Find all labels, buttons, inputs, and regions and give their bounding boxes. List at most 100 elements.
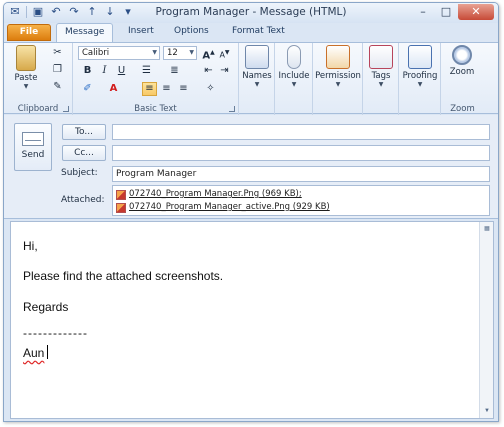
align-center-icon[interactable]: ≡ [159,82,174,96]
ruler-toggle-icon[interactable]: ▦ [480,222,494,236]
tags-dropdown-icon: ▼ [378,81,384,88]
send-envelope-icon [22,132,44,146]
tab-options[interactable]: Options [174,26,209,36]
clipboard-group: Paste ▼ ✂ ❐ ✎ Clipboard [4,43,73,115]
body-closing: Regards [23,300,69,314]
body-greeting: Hi, [23,239,38,253]
attachments-box: 072740_Program Manager.Png (969 KB); 072… [112,185,490,216]
close-icon[interactable]: ✕ [458,4,494,20]
proofing-button[interactable]: Proofing ▼ [400,45,440,88]
outlook-message-window: ✉ ▣ ↶ ↷ ↑ ↓ ▾ Program Manager - Message … [3,2,499,422]
permission-button[interactable]: Permission ▼ [314,45,362,88]
font-name-select[interactable]: Calibri ▼ [78,46,160,60]
window-controls: – □ ✕ [412,4,494,20]
attachment-item[interactable]: 072740_Program Manager_active.Png (929 K… [116,201,486,214]
tab-message[interactable]: Message [56,23,114,43]
send-label: Send [21,150,45,160]
tags-button[interactable]: Tags ▼ [365,45,397,88]
decrease-indent-icon[interactable]: ⇤ [201,64,216,78]
subject-label: Subject: [61,168,98,178]
numbering-icon[interactable]: ≣ [167,64,182,78]
copy-icon[interactable]: ❐ [50,63,65,77]
clipboard-dialog-launcher-icon[interactable] [63,106,69,112]
ribbon: Paste ▼ ✂ ❐ ✎ Clipboard Calibri ▼ 12 ▼ A… [4,42,498,115]
cc-field[interactable] [112,145,490,161]
align-left-icon[interactable]: ≡ [142,82,157,96]
basic-text-group: Calibri ▼ 12 ▼ A▲ A▼ B I U ☰ ≣ ⇤ ⇥ ✐ A ≡… [73,43,239,115]
paste-label: Paste [14,73,38,83]
body-signature-line: Aun [23,345,49,360]
body-separator: ------------- [23,326,88,340]
align-right-icon[interactable]: ≡ [176,82,191,96]
vertical-scrollbar[interactable]: ▦ ▼ [479,222,493,418]
zoom-button[interactable]: Zoom [445,45,479,77]
to-button[interactable]: To... [62,124,106,140]
permission-icon [326,45,350,69]
attached-label: Attached: [61,195,105,205]
to-field[interactable] [112,124,490,140]
names-group: Names ▼ [239,43,275,115]
names-dropdown-icon: ▼ [254,81,260,88]
underline-icon[interactable]: U [114,64,129,78]
bold-icon[interactable]: B [80,64,95,78]
image-file-icon [116,189,126,200]
italic-icon[interactable]: I [97,64,112,78]
shrink-font-icon[interactable]: A▼ [217,46,232,60]
font-color-icon[interactable]: A [106,82,121,96]
include-dropdown-icon: ▼ [291,81,297,88]
text-cursor [47,345,49,359]
address-book-icon [245,45,269,69]
paste-button[interactable]: Paste ▼ [12,45,40,90]
tab-format-text[interactable]: Format Text [232,26,285,36]
message-header-form: Send To... Cc... Subject: Program Manage… [4,115,498,219]
clipboard-group-label: Clipboard [17,104,59,114]
permission-dropdown-icon: ▼ [335,81,341,88]
zoom-button-label: Zoom [449,67,475,77]
highlight-icon[interactable]: ✐ [80,82,95,96]
grow-font-icon[interactable]: A▲ [201,46,216,61]
paperclip-icon [287,45,301,69]
tags-group: Tags ▼ [363,43,399,115]
minimize-icon[interactable]: – [412,4,434,20]
chevron-down-icon: ▼ [189,49,194,56]
cut-icon[interactable]: ✂ [50,46,65,60]
include-label: Include [278,71,310,81]
include-group: Include ▼ [275,43,313,115]
names-label: Names [242,71,272,81]
message-body-editor[interactable]: Hi, Please find the attached screenshots… [10,221,494,419]
maximize-icon[interactable]: □ [435,4,457,20]
font-size-value: 12 [167,48,178,58]
zoom-group-label: Zoom [450,104,475,114]
font-size-select[interactable]: 12 ▼ [163,46,197,60]
tab-insert[interactable]: Insert [128,26,154,36]
ribbon-tabs: File Message Insert Options Format Text [4,23,498,43]
permission-label: Permission [315,71,361,81]
proofing-dropdown-icon: ▼ [417,81,423,88]
bullets-icon[interactable]: ☰ [139,64,154,78]
cc-button[interactable]: Cc... [62,145,106,161]
attachment-item[interactable]: 072740_Program Manager.Png (969 KB); [116,188,486,201]
basic-text-dialog-launcher-icon[interactable] [229,106,235,112]
clear-formatting-icon[interactable]: ✧ [203,82,218,96]
format-painter-icon[interactable]: ✎ [50,80,65,94]
tags-label: Tags [371,71,391,81]
proofing-group: Proofing ▼ [399,43,441,115]
title-bar: ✉ ▣ ↶ ↷ ↑ ↓ ▾ Program Manager - Message … [4,3,498,23]
paste-icon [16,45,36,71]
spelling-check-icon [408,45,432,69]
include-button[interactable]: Include ▼ [277,45,311,88]
names-button[interactable]: Names ▼ [241,45,273,88]
chevron-down-icon: ▼ [152,49,157,56]
scroll-down-icon[interactable]: ▼ [480,404,494,418]
magnifier-icon [452,45,472,65]
flag-icon [369,45,393,69]
tab-file[interactable]: File [7,24,51,41]
attachment-name: 072740_Program Manager_active.Png (929 K… [129,202,330,212]
increase-indent-icon[interactable]: ⇥ [217,64,232,78]
body-line: Please find the attached screenshots. [23,269,224,283]
basic-text-group-label: Basic Text [134,104,177,114]
paste-dropdown-icon: ▼ [23,83,29,90]
send-button[interactable]: Send [14,123,52,171]
subject-field[interactable]: Program Manager [112,166,490,182]
zoom-group: Zoom Zoom [441,43,484,115]
